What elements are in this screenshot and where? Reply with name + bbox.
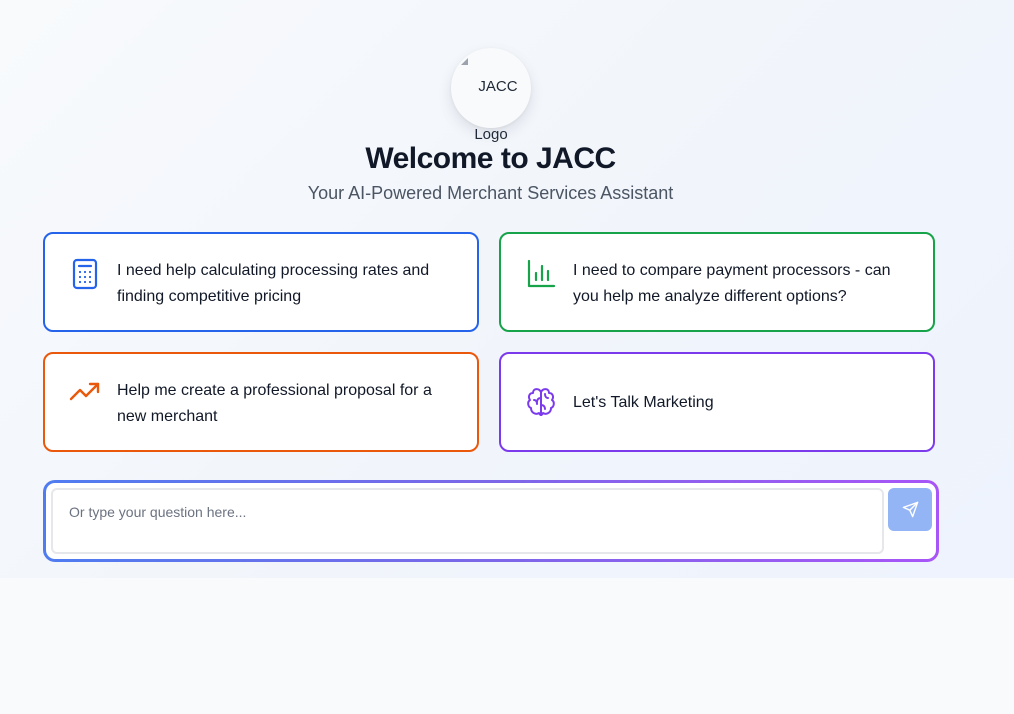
send-icon bbox=[902, 501, 919, 518]
welcome-hero: JACC Logo Welcome to JACC Your AI-Powere… bbox=[0, 0, 1014, 578]
suggestion-card-processing-rates[interactable]: I need help calculating processing rates… bbox=[43, 232, 479, 332]
suggestion-card-marketing[interactable]: Let's Talk Marketing bbox=[499, 352, 935, 452]
page-title: Welcome to JACC bbox=[365, 142, 616, 175]
send-button[interactable] bbox=[888, 488, 932, 531]
suggestion-card-label: Help me create a professional proposal f… bbox=[117, 382, 432, 425]
suggestion-card-label: I need to compare payment processors - c… bbox=[573, 262, 891, 305]
suggestion-card-create-proposal[interactable]: Help me create a professional proposal f… bbox=[43, 352, 479, 452]
logo-alt-line-1: JACC bbox=[478, 78, 518, 95]
chat-input-inner bbox=[46, 483, 936, 559]
trending-up-icon bbox=[69, 382, 100, 401]
question-input[interactable] bbox=[51, 488, 884, 554]
suggestion-card-label: I need help calculating processing rates… bbox=[117, 262, 430, 305]
suggestion-card-label: Let's Talk Marketing bbox=[573, 394, 714, 411]
chat-input-container bbox=[43, 480, 939, 562]
suggestion-card-compare-processors[interactable]: I need to compare payment processors - c… bbox=[499, 232, 935, 332]
page-subtitle: Your AI-Powered Merchant Services Assist… bbox=[307, 183, 674, 203]
calculator-icon bbox=[72, 258, 98, 290]
jacc-logo: JACC Logo bbox=[451, 48, 531, 143]
bar-chart-icon bbox=[527, 259, 556, 288]
brain-icon bbox=[527, 388, 555, 416]
